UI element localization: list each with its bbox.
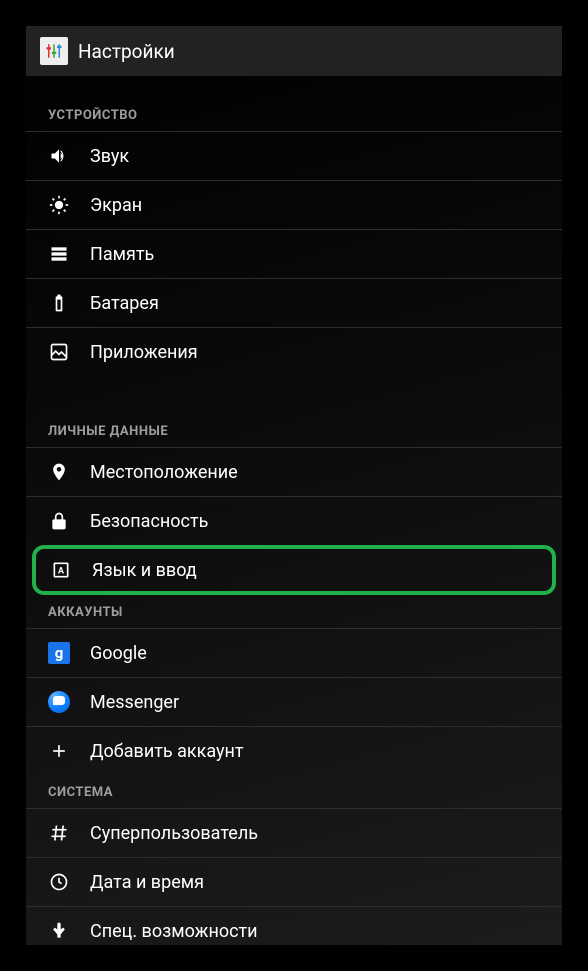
section-header-device: УСТРОЙСТВО bbox=[26, 76, 562, 131]
battery-icon bbox=[48, 292, 70, 314]
item-battery[interactable]: Батарея bbox=[26, 278, 562, 327]
apps-icon bbox=[48, 341, 70, 363]
item-messenger[interactable]: Messenger bbox=[26, 677, 562, 726]
hand-icon bbox=[48, 920, 70, 942]
section-header-personal: ЛИЧНЫЕ ДАННЫЕ bbox=[26, 376, 562, 447]
page-title: Настройки bbox=[78, 40, 175, 63]
settings-screen: Настройки УСТРОЙСТВО Звук Экран Память Б… bbox=[26, 26, 562, 945]
item-label: Безопасность bbox=[90, 511, 208, 532]
item-apps[interactable]: Приложения bbox=[26, 327, 562, 376]
messenger-icon bbox=[48, 691, 70, 713]
clock-icon bbox=[48, 871, 70, 893]
item-label: Батарея bbox=[90, 293, 159, 314]
item-datetime[interactable]: Дата и время bbox=[26, 857, 562, 906]
svg-text:A: A bbox=[58, 566, 65, 576]
hash-icon bbox=[48, 822, 70, 844]
lock-icon bbox=[48, 510, 70, 532]
item-label: Дата и время bbox=[90, 872, 204, 893]
item-label: Google bbox=[90, 643, 147, 664]
settings-app-icon bbox=[40, 37, 68, 65]
item-label: Добавить аккаунт bbox=[90, 741, 244, 762]
item-label: Суперпользователь bbox=[90, 823, 258, 844]
location-icon bbox=[48, 461, 70, 483]
header-bar: Настройки bbox=[26, 26, 562, 76]
item-label: Звук bbox=[90, 146, 129, 167]
item-add-account[interactable]: Добавить аккаунт bbox=[26, 726, 562, 775]
item-display[interactable]: Экран bbox=[26, 180, 562, 229]
item-label: Память bbox=[90, 244, 154, 265]
item-label: Местоположение bbox=[90, 462, 238, 483]
item-label: Экран bbox=[90, 195, 142, 216]
item-superuser[interactable]: Суперпользователь bbox=[26, 808, 562, 857]
item-language-highlighted[interactable]: A Язык и ввод bbox=[32, 545, 556, 595]
section-header-system: СИСТЕМА bbox=[26, 775, 562, 808]
item-accessibility[interactable]: Спец. возможности bbox=[26, 906, 562, 945]
sound-icon bbox=[48, 145, 70, 167]
section-header-accounts: АККАУНТЫ bbox=[26, 595, 562, 628]
item-label: Приложения bbox=[90, 342, 198, 363]
language-icon: A bbox=[50, 559, 72, 581]
item-label: Язык и ввод bbox=[92, 560, 197, 581]
item-security[interactable]: Безопасность bbox=[26, 496, 562, 545]
item-sound[interactable]: Звук bbox=[26, 131, 562, 180]
item-google[interactable]: g Google bbox=[26, 628, 562, 677]
item-location[interactable]: Местоположение bbox=[26, 447, 562, 496]
google-icon: g bbox=[48, 642, 70, 664]
storage-icon bbox=[48, 243, 70, 265]
plus-icon bbox=[48, 740, 70, 762]
display-icon bbox=[48, 194, 70, 216]
item-label: Спец. возможности bbox=[90, 921, 258, 942]
item-storage[interactable]: Память bbox=[26, 229, 562, 278]
item-label: Messenger bbox=[90, 692, 179, 713]
